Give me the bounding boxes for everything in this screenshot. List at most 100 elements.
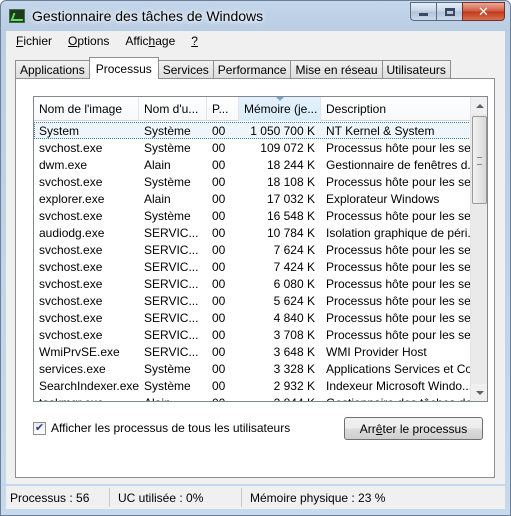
menu-affichage[interactable]: Affichage — [115, 34, 181, 48]
cell-prio: 00 — [212, 327, 226, 342]
scroll-thumb[interactable] — [472, 116, 487, 204]
table-row[interactable]: svchost.exe Système 00 109 072 K Processus h… — [34, 139, 471, 156]
column-header-image-name[interactable]: Nom de l'image — [34, 97, 139, 121]
cell-mem: 1 050 700 K — [250, 123, 315, 138]
cell-mem: 7 424 K — [273, 259, 315, 274]
cell-prio: 00 — [212, 276, 226, 291]
table-row[interactable]: svchost.exe SERVIC... 00 3 708 K Processus h… — [34, 326, 471, 343]
cell-desc: Processus hôte pour les se... — [326, 327, 470, 342]
cell-desc: WMI Provider Host — [326, 344, 427, 359]
close-button[interactable]: ✕ — [462, 2, 505, 21]
cell-user: SERVIC... — [144, 225, 199, 240]
cell-user: Alain — [144, 157, 171, 172]
cell-mem: 3 328 K — [273, 361, 315, 376]
table-row[interactable]: svchost.exe SERVIC... 00 6 080 K Processus h… — [34, 275, 471, 292]
scroll-up-button[interactable] — [471, 97, 487, 114]
tab-performance[interactable]: Performance — [212, 60, 292, 79]
cell-user: SERVIC... — [144, 242, 199, 257]
cell-name: svchost.exe — [39, 174, 103, 189]
cell-desc: Processus hôte pour les se... — [326, 259, 470, 274]
menu-bar: Fichier Options Affichage ? — [6, 31, 505, 51]
status-bar: Processus : 56 UC utilisée : 0% Mémoire … — [6, 486, 505, 509]
cell-name: svchost.exe — [39, 140, 103, 155]
table-row[interactable]: WmiPrvSE.exe SERVIC... 00 3 648 K WMI Provid… — [34, 343, 471, 360]
cell-mem: 18 244 K — [266, 157, 315, 172]
cell-name: svchost.exe — [39, 276, 103, 291]
scroll-down-button[interactable] — [471, 384, 487, 401]
cell-mem: 10 784 K — [266, 225, 315, 240]
cell-prio: 00 — [212, 310, 226, 325]
tab-applications[interactable]: Applications — [15, 60, 90, 79]
cell-desc: Processus hôte pour les se... — [326, 242, 470, 257]
cell-prio: 00 — [212, 344, 226, 359]
cell-mem: 4 840 K — [273, 310, 315, 325]
table-row[interactable]: SearchIndexer.exe Système 00 2 932 K Indexeu… — [34, 377, 471, 394]
column-header-priority[interactable]: P... — [207, 97, 239, 121]
maximize-button[interactable] — [436, 2, 462, 21]
cell-user: Alain — [144, 191, 171, 206]
tab-strip: Applications Processus Services Performa… — [15, 57, 451, 79]
table-row[interactable]: svchost.exe SERVIC... 00 7 624 K Processus h… — [34, 241, 471, 258]
show-all-users-option[interactable]: ✔ Afficher les processus de tous les uti… — [33, 421, 290, 435]
cell-user: Système — [144, 208, 191, 223]
cell-desc: Applications Services et Co... — [326, 361, 470, 376]
vertical-scrollbar[interactable] — [470, 97, 487, 401]
column-header-description[interactable]: Description — [321, 97, 471, 121]
show-all-users-checkbox[interactable]: ✔ — [33, 421, 46, 435]
menu-options[interactable]: Options — [58, 34, 115, 48]
minimize-button[interactable] — [410, 2, 436, 21]
column-header-memory[interactable]: Mémoire (je... — [239, 97, 321, 121]
cell-prio: 00 — [212, 361, 226, 376]
table-row[interactable]: svchost.exe SERVIC... 00 4 840 K Processus h… — [34, 309, 471, 326]
table-row[interactable]: explorer.exe Alain 00 17 032 K Explorateur W… — [34, 190, 471, 207]
cell-name: dwm.exe — [39, 157, 88, 172]
table-row[interactable]: services.exe Système 00 3 328 K Applications… — [34, 360, 471, 377]
menu-fichier[interactable]: Fichier — [6, 34, 58, 48]
cell-user: SERVIC... — [144, 344, 199, 359]
cell-mem: 16 548 K — [266, 208, 315, 223]
end-process-button[interactable]: Arr ê ter le processus — [344, 417, 483, 440]
table-row[interactable]: svchost.exe SERVIC... 00 5 624 K Processus h… — [34, 292, 471, 309]
cell-mem: 2 844 K — [240, 396, 320, 402]
tab-services[interactable]: Services — [157, 60, 214, 79]
table-row[interactable]: System Système 00 1 050 700 K NT Kernel & Sy… — [34, 122, 471, 139]
cell-desc: Processus hôte pour les se... — [326, 208, 470, 223]
status-physical-memory: Mémoire physique : 23 % — [250, 490, 386, 505]
title-bar[interactable]: Gestionnaire des tâches de Windows ✕ — [1, 1, 510, 31]
cell-user: Système — [144, 140, 191, 155]
cell-name: explorer.exe — [39, 191, 105, 206]
cell-name: svchost.exe — [39, 293, 103, 308]
cell-user: SERVIC... — [144, 259, 199, 274]
cell-desc: NT Kernel & System — [326, 123, 435, 138]
table-row[interactable]: svchost.exe SERVIC... 00 7 424 K Processus h… — [34, 258, 471, 275]
cell-desc: Indexeur Microsoft Windo... — [326, 378, 470, 393]
menu-help[interactable]: ? — [181, 34, 204, 48]
cell-mem: 17 032 K — [266, 191, 315, 206]
cell-name: svchost.exe — [39, 208, 103, 223]
tab-processus[interactable]: Processus — [88, 57, 159, 79]
table-row[interactable]: audiodg.exe SERVIC... 00 10 784 K Isolation … — [34, 224, 471, 241]
status-process-count: Processus : 56 — [6, 488, 110, 507]
tab-mise-en-reseau[interactable]: Mise en réseau — [290, 60, 383, 79]
table-row[interactable]: svchost.exe Système 00 18 108 K Processus hô… — [34, 173, 471, 190]
cell-prio: 00 — [212, 225, 226, 240]
table-row[interactable]: dwm.exe Alain 00 18 244 K Gestionnaire de fe… — [34, 156, 471, 173]
cell-prio: 00 — [212, 174, 226, 189]
window-title: Gestionnaire des tâches de Windows — [32, 8, 264, 24]
caption-buttons: ✕ — [410, 2, 505, 21]
cell-user: SERVIC... — [144, 327, 199, 342]
cell-desc: Processus hôte pour les se... — [326, 310, 470, 325]
cell-prio: 00 — [212, 259, 226, 274]
cell-user: SERVIC... — [144, 310, 199, 325]
arrow-down-icon — [475, 390, 484, 395]
cell-desc: Processus hôte pour les se... — [326, 276, 470, 291]
cell-mem: 6 080 K — [273, 276, 315, 291]
task-manager-icon — [9, 9, 25, 23]
tab-utilisateurs[interactable]: Utilisateurs — [381, 60, 451, 79]
maximize-icon — [444, 7, 455, 16]
process-list[interactable]: Nom de l'image Nom d'u... P... Mémoire (… — [33, 96, 488, 402]
table-row[interactable]: taskmgr.exeAlain002 844 KGestionnaire de… — [34, 394, 471, 402]
table-row[interactable]: svchost.exe Système 00 16 548 K Processus hô… — [34, 207, 471, 224]
cell-desc: Processus hôte pour les se... — [326, 293, 470, 308]
column-header-user[interactable]: Nom d'u... — [139, 97, 207, 121]
